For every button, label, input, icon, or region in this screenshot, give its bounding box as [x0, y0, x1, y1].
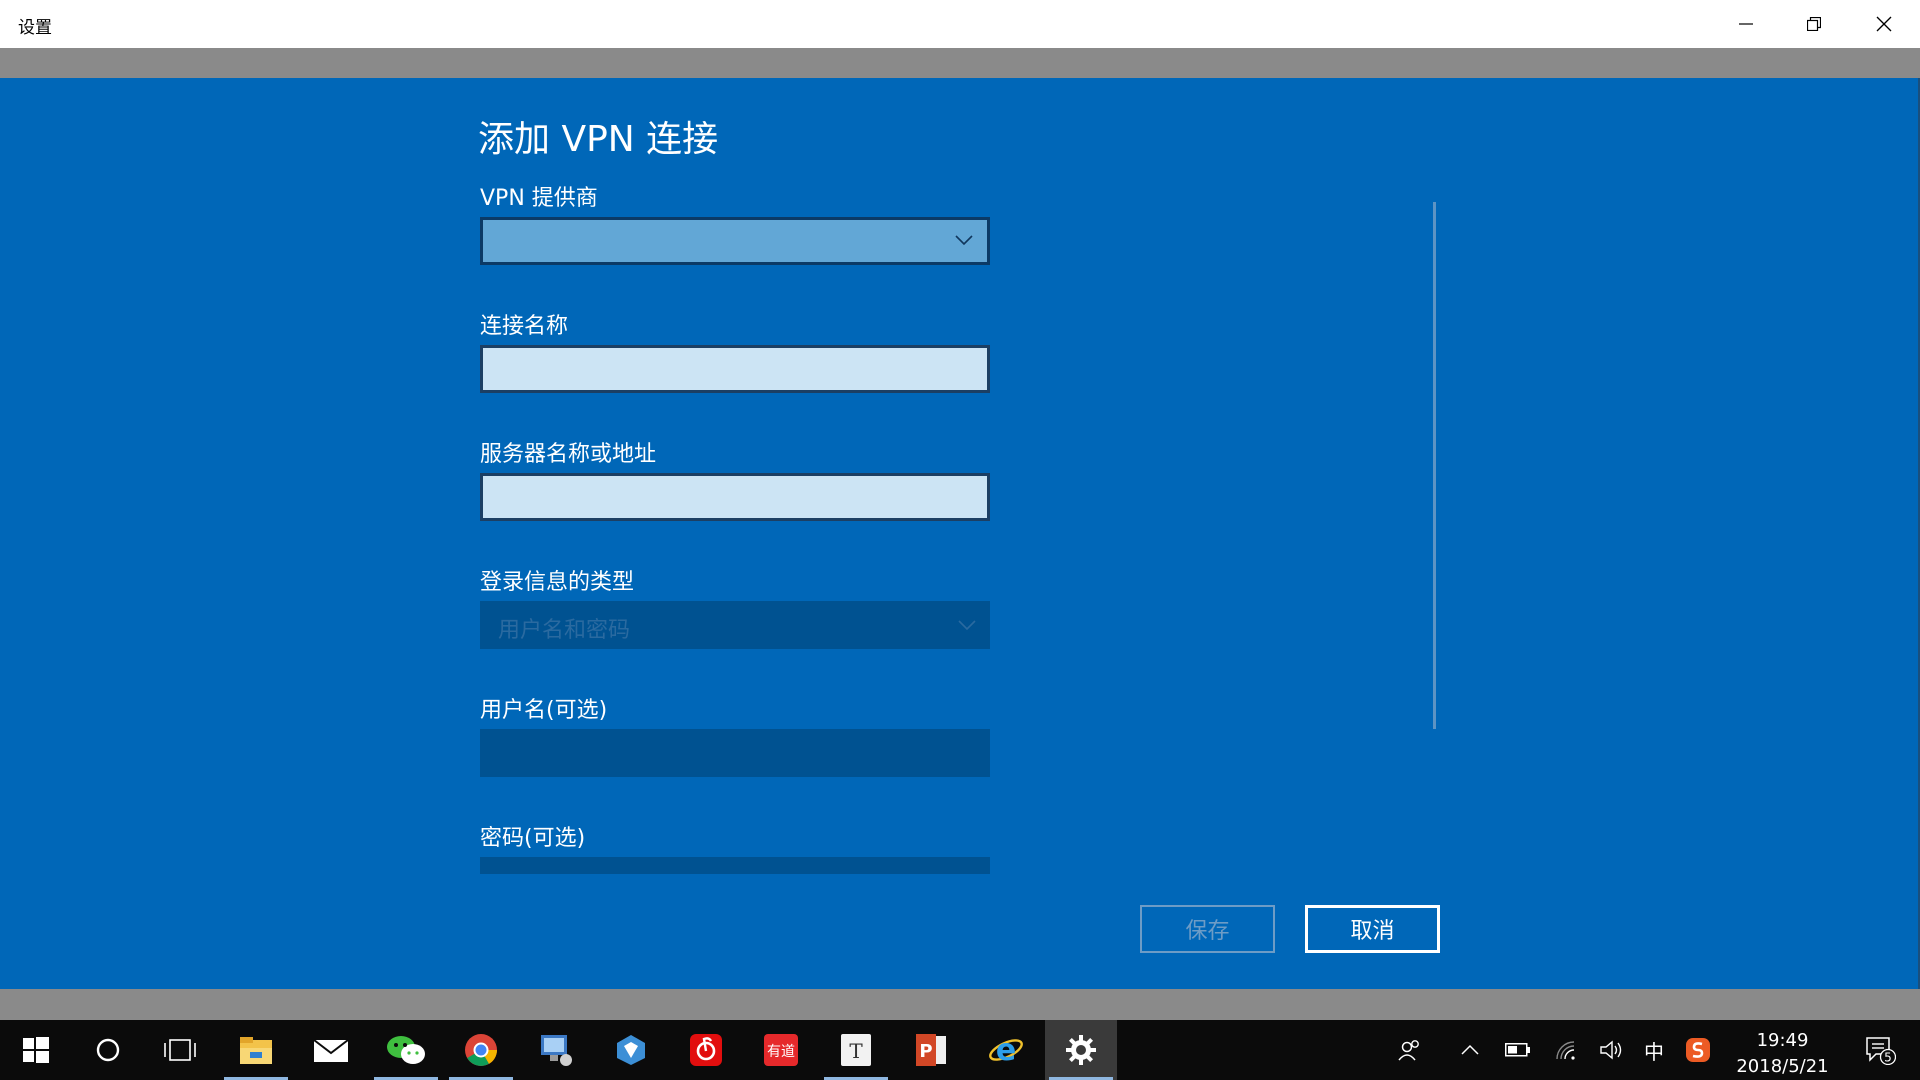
taskbar-app-youdao[interactable]: 有道 — [745, 1020, 817, 1080]
vpn-provider-label: VPN 提供商 — [480, 186, 598, 211]
taskbar-app-mail[interactable] — [295, 1020, 367, 1080]
powerpoint-icon: P — [916, 1034, 946, 1066]
internet-explorer-icon: e — [989, 1033, 1023, 1067]
signin-type-dropdown[interactable]: 用户名和密码 — [480, 601, 990, 649]
connection-name-label: 连接名称 — [480, 314, 569, 339]
vpn-provider-dropdown[interactable] — [480, 217, 990, 265]
powerpoint-icon-label: P — [919, 1041, 932, 1062]
windows-logo-icon — [23, 1037, 49, 1063]
ime-indicator[interactable]: 中 — [1636, 1020, 1672, 1080]
close-button[interactable] — [1850, 0, 1918, 48]
server-address-input[interactable] — [480, 473, 990, 521]
youdao-icon: 有道 — [764, 1034, 798, 1066]
ie-icon-label: e — [996, 1033, 1016, 1067]
task-view-icon — [164, 1039, 196, 1061]
restore-icon — [1807, 17, 1821, 31]
typora-icon: T — [841, 1034, 871, 1066]
wechat-icon — [387, 1036, 425, 1064]
taskbar-app-netease-music[interactable] — [670, 1020, 742, 1080]
top-dim-band — [0, 48, 1920, 78]
notification-icon: 5 — [1866, 1037, 1896, 1065]
dialog-heading: 添加 VPN 连接 — [478, 119, 719, 160]
save-button[interactable]: 保存 — [1140, 905, 1275, 953]
server-address-label: 服务器名称或地址 — [480, 442, 657, 467]
battery-button[interactable] — [1498, 1020, 1538, 1080]
taskbar-app-file-explorer[interactable] — [220, 1020, 292, 1080]
sogou-ime-button[interactable] — [1680, 1020, 1716, 1080]
taskbar-app-remote-desktop[interactable] — [520, 1020, 592, 1080]
file-explorer-icon — [240, 1037, 272, 1064]
chevron-down-icon — [958, 620, 976, 631]
taskbar-app-typora[interactable]: T — [820, 1020, 892, 1080]
chevron-up-icon — [1461, 1044, 1479, 1055]
people-button[interactable] — [1390, 1020, 1430, 1080]
taskbar-app-internet-explorer[interactable]: e — [970, 1020, 1042, 1080]
network-button[interactable] — [1546, 1020, 1586, 1080]
start-button[interactable] — [0, 1020, 72, 1080]
taskbar-app-wechat[interactable] — [370, 1020, 442, 1080]
sogou-icon — [1686, 1038, 1710, 1062]
clock-date: 2018/5/21 — [1736, 1056, 1829, 1077]
volume-button[interactable] — [1592, 1020, 1632, 1080]
settings-icon — [1066, 1035, 1096, 1065]
signin-type-value: 用户名和密码 — [498, 618, 631, 643]
speaker-icon — [1600, 1040, 1622, 1060]
youdao-icon-label: 有道 — [767, 1044, 795, 1060]
mail-icon — [313, 1039, 349, 1062]
bottom-dim-band — [0, 989, 1920, 1020]
taskbar-app-settings[interactable] — [1045, 1020, 1117, 1080]
minimize-button[interactable] — [1712, 0, 1780, 48]
minimize-icon — [1739, 23, 1753, 25]
cortana-circle-icon — [96, 1038, 120, 1062]
taskbar: 有道 T P e 中 19:49 2018/5/21 5 — [0, 1020, 1920, 1080]
notification-count: 5 — [1884, 1051, 1892, 1065]
remote-desktop-icon — [541, 1035, 572, 1066]
taskbar-app-powerpoint[interactable]: P — [895, 1020, 967, 1080]
search-button[interactable] — [72, 1020, 144, 1080]
cancel-button[interactable]: 取消 — [1305, 905, 1440, 953]
cube-app-icon — [617, 1035, 645, 1065]
chrome-icon — [465, 1034, 497, 1066]
netease-music-icon — [690, 1034, 722, 1066]
password-input[interactable] — [480, 857, 990, 874]
show-hidden-icons-button[interactable] — [1450, 1020, 1490, 1080]
task-view-button[interactable] — [144, 1020, 216, 1080]
username-label: 用户名(可选) — [480, 698, 608, 723]
taskbar-app-chrome[interactable] — [445, 1020, 517, 1080]
clock-time: 19:49 — [1756, 1030, 1809, 1051]
taskbar-app-cube[interactable] — [595, 1020, 667, 1080]
typora-icon-label: T — [849, 1039, 863, 1063]
people-icon — [1398, 1040, 1419, 1061]
window-titlebar: 设置 — [0, 0, 1920, 48]
battery-icon — [1505, 1043, 1530, 1057]
password-label: 密码(可选) — [480, 826, 586, 851]
username-input[interactable] — [480, 729, 990, 777]
scrollbar[interactable] — [1433, 202, 1436, 729]
window-title: 设置 — [18, 18, 52, 38]
chevron-down-icon — [955, 235, 973, 246]
action-center-button[interactable]: 5 — [1850, 1020, 1910, 1080]
restore-button[interactable] — [1780, 0, 1848, 48]
connection-name-input[interactable] — [480, 345, 990, 393]
close-icon — [1876, 16, 1892, 32]
dialog-panel — [0, 78, 1920, 989]
wifi-icon — [1556, 1041, 1575, 1060]
system-clock[interactable]: 19:49 2018/5/21 — [1720, 1028, 1845, 1080]
signin-type-label: 登录信息的类型 — [480, 570, 635, 595]
